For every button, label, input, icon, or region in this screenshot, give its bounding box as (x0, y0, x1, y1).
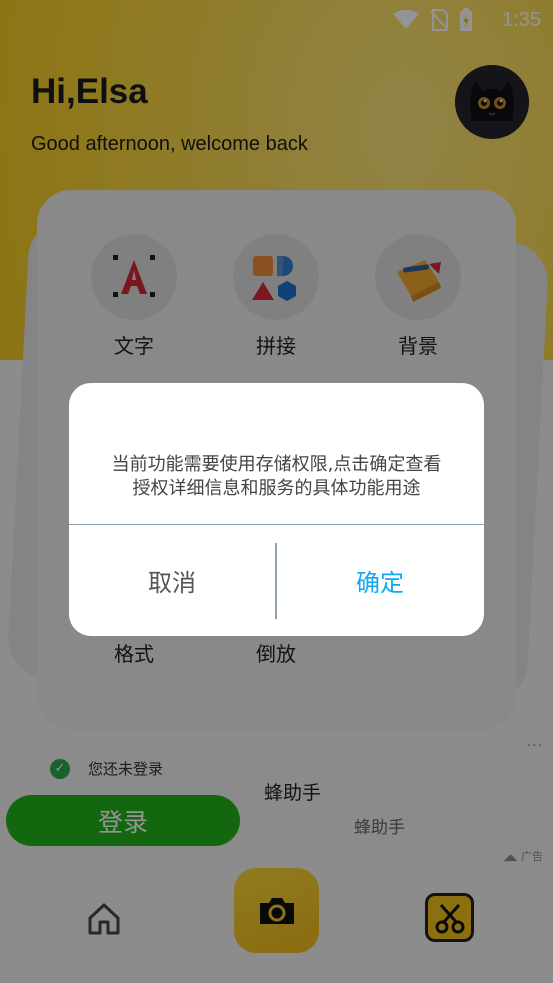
confirm-button[interactable]: 确定 (277, 525, 483, 636)
dialog-message: 当前功能需要使用存储权限,点击确定查看 授权详细信息和服务的具体功能用途 (89, 453, 464, 501)
dialog-message-line2: 授权详细信息和服务的具体功能用途 (132, 478, 421, 499)
app-screen: 1:35 Hi,Elsa Good afternoon, welcome bac… (0, 0, 553, 983)
cancel-button[interactable]: 取消 (69, 525, 275, 636)
permission-dialog: 当前功能需要使用存储权限,点击确定查看 授权详细信息和服务的具体功能用途 取消 … (69, 383, 484, 636)
dialog-message-line1: 当前功能需要使用存储权限,点击确定查看 (111, 454, 442, 475)
